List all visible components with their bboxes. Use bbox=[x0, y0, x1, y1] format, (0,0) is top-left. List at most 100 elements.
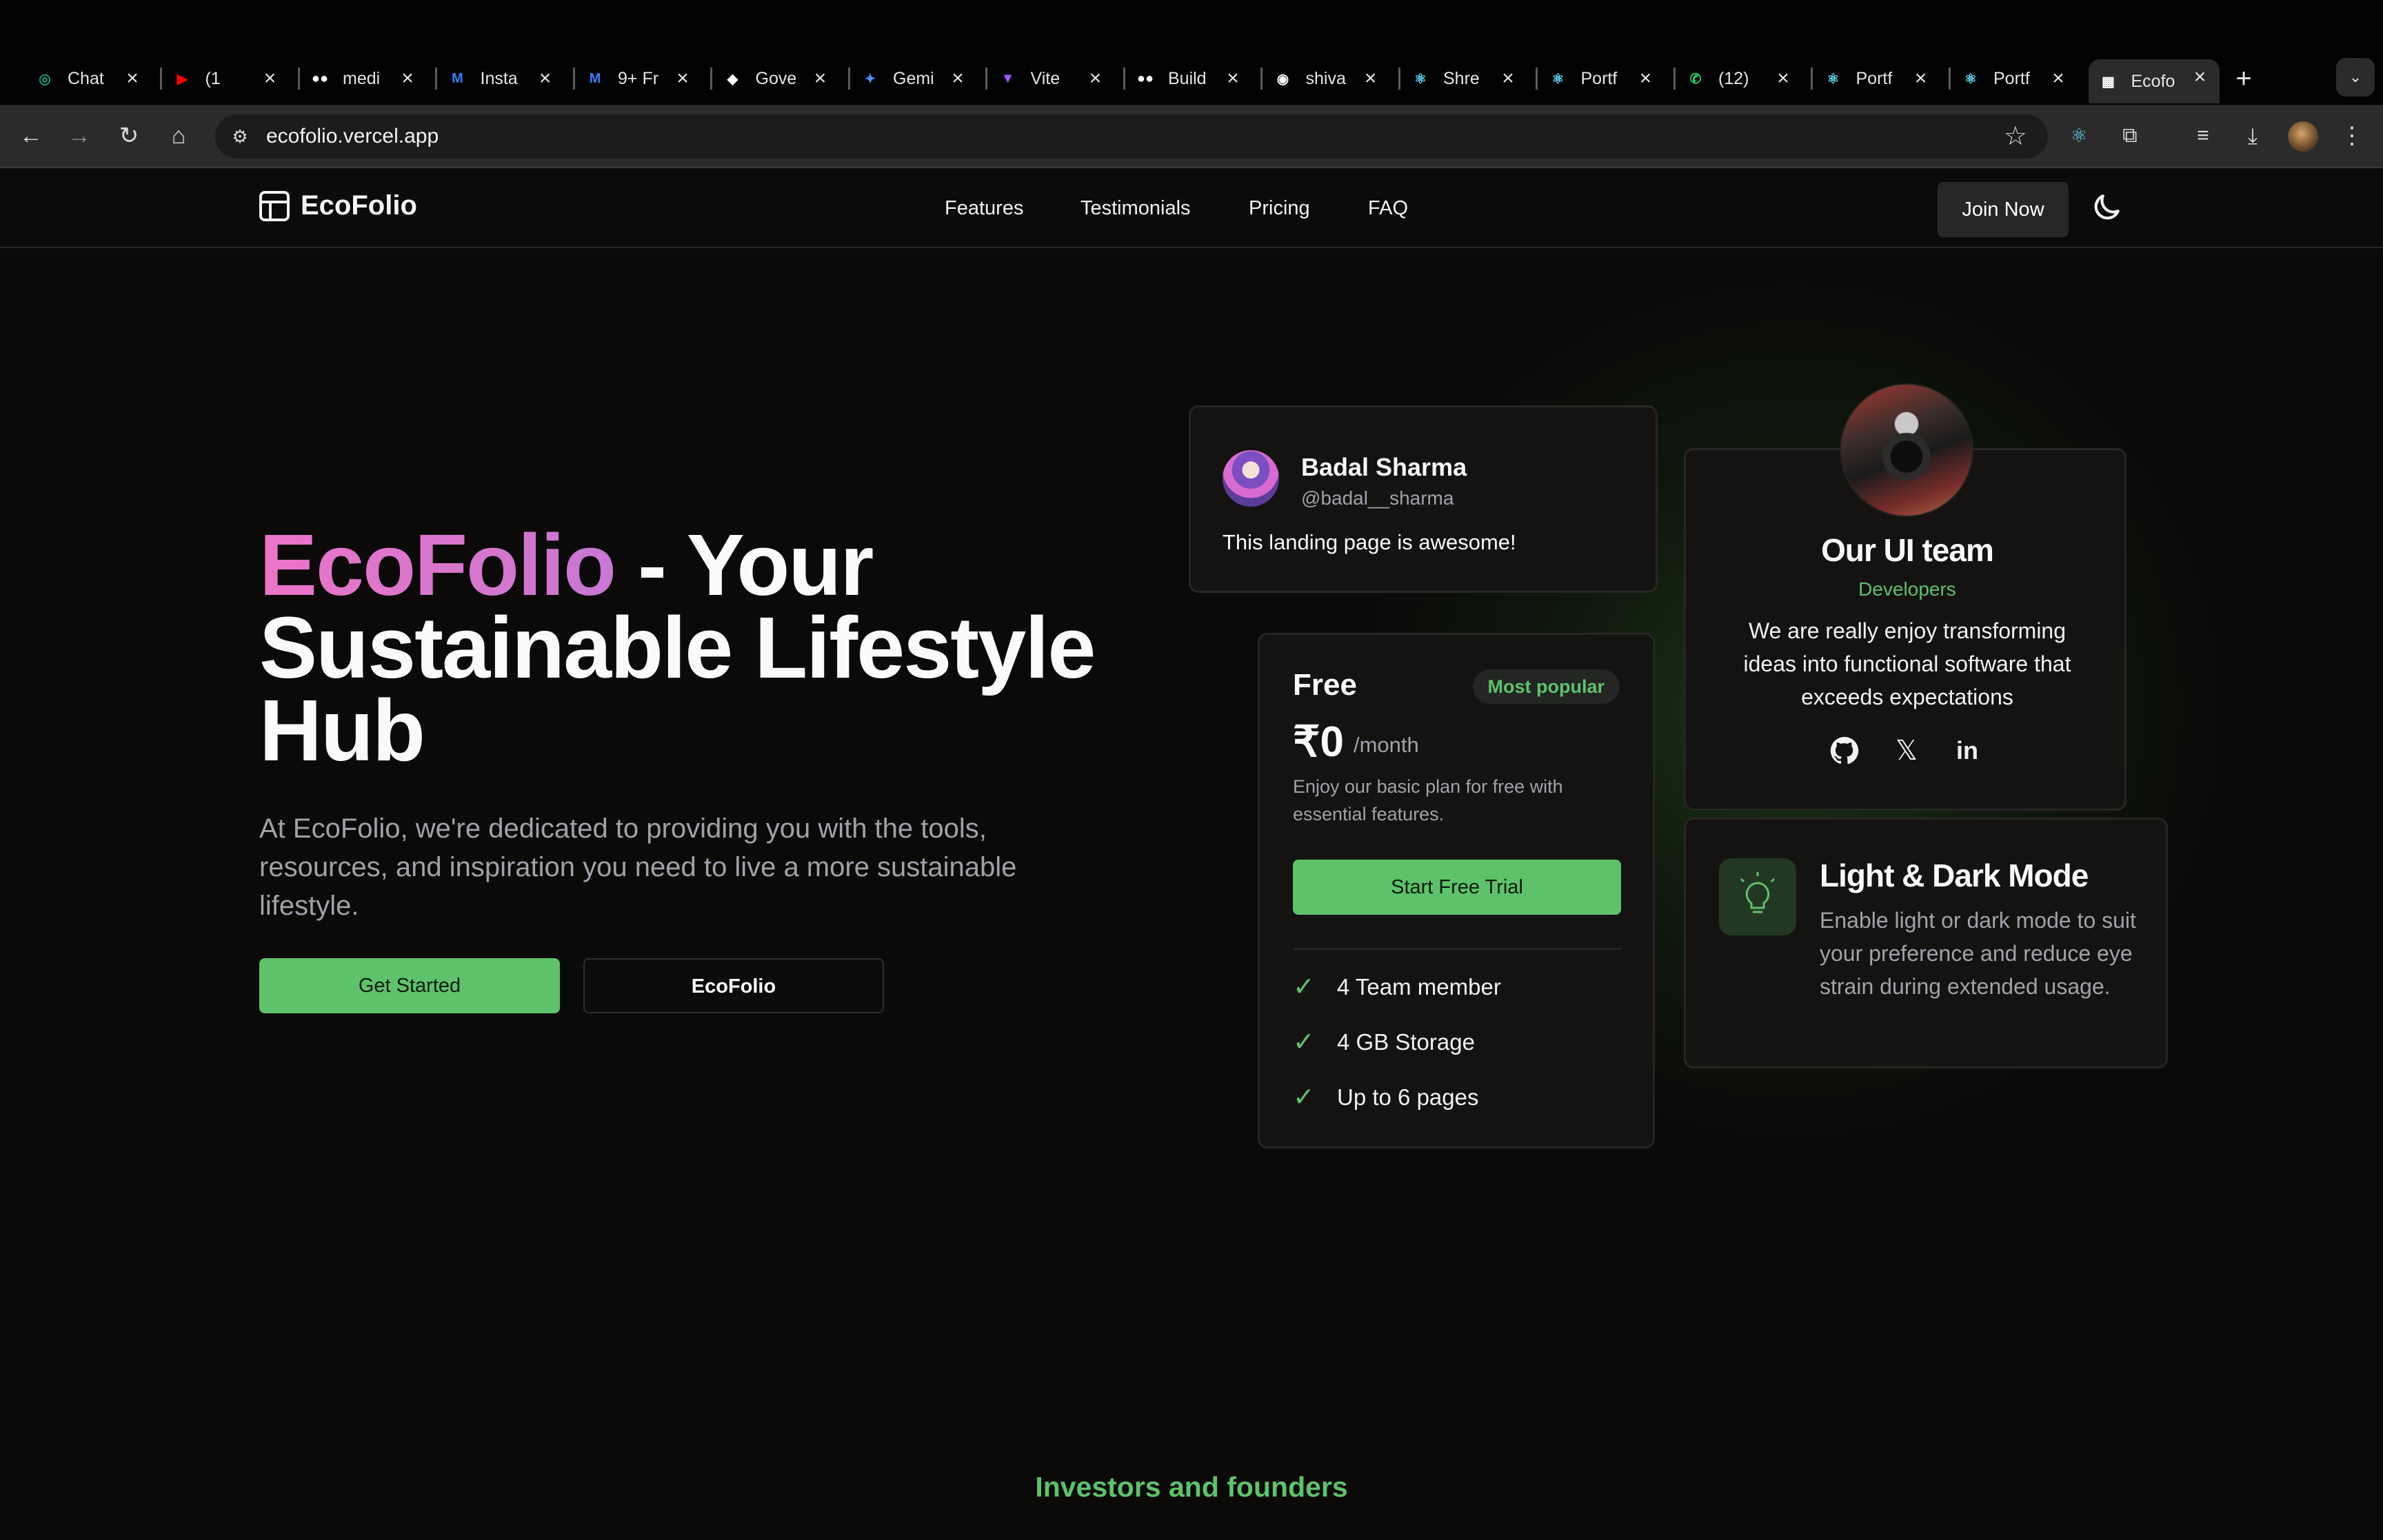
tab-title: Insta bbox=[480, 68, 518, 88]
feature-label: 4 GB Storage bbox=[1337, 1029, 1475, 1055]
tab-title: Gove bbox=[755, 68, 797, 88]
close-icon[interactable]: × bbox=[2188, 65, 2213, 90]
nav-testimonials[interactable]: Testimonials bbox=[1080, 197, 1191, 220]
url-text: ecofolio.vercel.app bbox=[266, 125, 439, 148]
react-icon: ⚛ bbox=[1827, 71, 1840, 87]
browser-tab[interactable]: ▼ Vite × bbox=[998, 61, 1108, 97]
plan-name: Free bbox=[1293, 668, 1357, 702]
tab-title: Portf bbox=[1993, 68, 2030, 88]
back-icon[interactable]: ← bbox=[14, 119, 48, 153]
feature-label: 4 Team member bbox=[1337, 974, 1501, 1000]
join-now-button[interactable]: Join Now bbox=[1938, 182, 2069, 237]
pricing-card: Free Most popular ₹0 /month Enjoy our ba… bbox=[1258, 633, 1655, 1148]
list-item: ✓ 4 GB Storage bbox=[1293, 1028, 1475, 1057]
reading-list-icon[interactable]: ≡ bbox=[2186, 119, 2220, 153]
layout-icon: ▦ bbox=[2102, 74, 2115, 90]
list-item: ✓ 4 Team member bbox=[1293, 973, 1501, 1002]
chatgpt-icon: ◎ bbox=[39, 71, 51, 87]
close-icon[interactable]: × bbox=[1358, 66, 1383, 91]
linkedin-icon[interactable]: in bbox=[1951, 734, 1984, 767]
tab-title: (1 bbox=[205, 68, 221, 88]
close-icon[interactable]: × bbox=[258, 66, 283, 91]
team-avatar bbox=[1840, 383, 1973, 517]
start-free-trial-button[interactable]: Start Free Trial bbox=[1293, 860, 1621, 915]
browser-tab-strip: + ⌄ ◎ Chat × ▶ (1 × ●● medi × M Insta × M 9+ Fr × ◆ Gove… bbox=[0, 0, 2383, 105]
download-icon[interactable]: ⤓ bbox=[2235, 119, 2270, 153]
menu-kebab-icon[interactable]: ⋮ bbox=[2335, 119, 2369, 153]
close-icon[interactable]: × bbox=[1633, 66, 1658, 91]
close-icon[interactable]: × bbox=[1220, 66, 1245, 91]
ecofolio-button[interactable]: EcoFolio bbox=[583, 958, 884, 1013]
close-icon[interactable]: × bbox=[2046, 66, 2071, 91]
browser-tab[interactable]: ⚛ Shre × bbox=[1410, 61, 1520, 97]
nav-features[interactable]: Features bbox=[945, 197, 1023, 220]
get-started-button[interactable]: Get Started bbox=[259, 958, 560, 1013]
moon-icon[interactable] bbox=[2089, 190, 2124, 225]
close-icon[interactable]: × bbox=[670, 66, 695, 91]
close-icon[interactable]: × bbox=[808, 66, 833, 91]
site-logo[interactable]: EcoFolio bbox=[259, 190, 417, 221]
nav-faq[interactable]: FAQ bbox=[1368, 197, 1408, 220]
tab-separator bbox=[572, 68, 575, 90]
browser-tab[interactable]: M Insta × bbox=[448, 61, 558, 97]
lightbulb-icon bbox=[1719, 858, 1796, 935]
browser-tab[interactable]: ●● Build × bbox=[1135, 61, 1245, 97]
browser-tab[interactable]: ⚛ Portf × bbox=[1823, 61, 1933, 97]
investors-heading: Investors and founders bbox=[1035, 1471, 1348, 1503]
mui-icon: M bbox=[589, 70, 601, 86]
tab-title: Build bbox=[1168, 68, 1207, 88]
browser-tab[interactable]: ⚛ Portf × bbox=[1548, 61, 1658, 97]
browser-tab[interactable]: ▦ Ecofo × bbox=[2088, 59, 2220, 103]
address-bar[interactable]: ⚙ ecofolio.vercel.app ☆ bbox=[215, 114, 2048, 159]
browser-tab[interactable]: ▶ (1 × bbox=[172, 61, 283, 97]
extensions-icon[interactable]: ⧉ bbox=[2113, 119, 2147, 153]
feature-title: Light & Dark Mode bbox=[1820, 858, 2089, 893]
close-icon[interactable]: × bbox=[395, 66, 420, 91]
check-icon: ✓ bbox=[1293, 1028, 1315, 1057]
bookmark-star-icon[interactable]: ☆ bbox=[2004, 121, 2027, 152]
profile-avatar[interactable] bbox=[2288, 121, 2318, 152]
site-info-icon[interactable]: ⚙ bbox=[228, 124, 252, 149]
close-icon[interactable]: × bbox=[1909, 66, 1933, 91]
close-icon[interactable]: × bbox=[120, 66, 145, 91]
browser-tab[interactable]: ◆ Gove × bbox=[723, 61, 833, 97]
browser-tab[interactable]: ◎ Chat × bbox=[34, 61, 145, 97]
react-devtools-icon[interactable]: ⚛ bbox=[2062, 119, 2096, 153]
x-twitter-icon[interactable]: 𝕏 bbox=[1890, 734, 1923, 767]
browser-tab[interactable]: M 9+ Fr × bbox=[585, 61, 695, 97]
tab-title: Gemi bbox=[893, 68, 934, 88]
tab-separator bbox=[160, 68, 162, 90]
github-icon[interactable] bbox=[1828, 734, 1861, 767]
react-icon: ⚛ bbox=[1551, 71, 1565, 87]
close-icon[interactable]: × bbox=[1496, 66, 1520, 91]
close-icon[interactable]: × bbox=[945, 66, 970, 91]
browser-tab[interactable]: ●● medi × bbox=[310, 61, 420, 97]
check-icon: ✓ bbox=[1293, 1083, 1315, 1112]
browser-tab[interactable]: ✦ Gemi × bbox=[860, 61, 970, 97]
plan-period: /month bbox=[1354, 733, 1419, 757]
gov-icon: ◆ bbox=[727, 71, 738, 87]
close-icon[interactable]: × bbox=[1771, 66, 1796, 91]
tab-separator bbox=[1948, 68, 1951, 90]
new-tab-button[interactable]: + bbox=[2226, 62, 2261, 97]
tab-separator bbox=[297, 68, 300, 90]
testimonial-name: Badal Sharma bbox=[1301, 453, 1467, 481]
tab-search-button[interactable]: ⌄ bbox=[2336, 58, 2375, 97]
browser-tab[interactable]: ⚛ Portf × bbox=[1960, 61, 2071, 97]
close-icon[interactable]: × bbox=[533, 66, 558, 91]
forward-icon[interactable]: → bbox=[62, 119, 97, 153]
medium-icon: ●● bbox=[311, 70, 329, 86]
tab-separator bbox=[1536, 68, 1538, 90]
browser-tab[interactable]: ✆ (12) × bbox=[1685, 61, 1796, 97]
reload-icon[interactable]: ↻ bbox=[112, 119, 146, 153]
home-icon[interactable]: ⌂ bbox=[161, 119, 196, 153]
browser-tab[interactable]: ◉ shiva × bbox=[1273, 61, 1383, 97]
close-icon[interactable]: × bbox=[1083, 66, 1108, 91]
team-description: We are really enjoy transforming ideas i… bbox=[1743, 618, 2071, 709]
tab-separator bbox=[985, 68, 987, 90]
tab-title: Vite bbox=[1030, 68, 1060, 88]
nav-pricing[interactable]: Pricing bbox=[1249, 197, 1310, 220]
tab-separator bbox=[1260, 68, 1263, 90]
tab-title: Shre bbox=[1443, 68, 1480, 88]
hero-subtitle: At EcoFolio, we're dedicated to providin… bbox=[259, 813, 1017, 921]
